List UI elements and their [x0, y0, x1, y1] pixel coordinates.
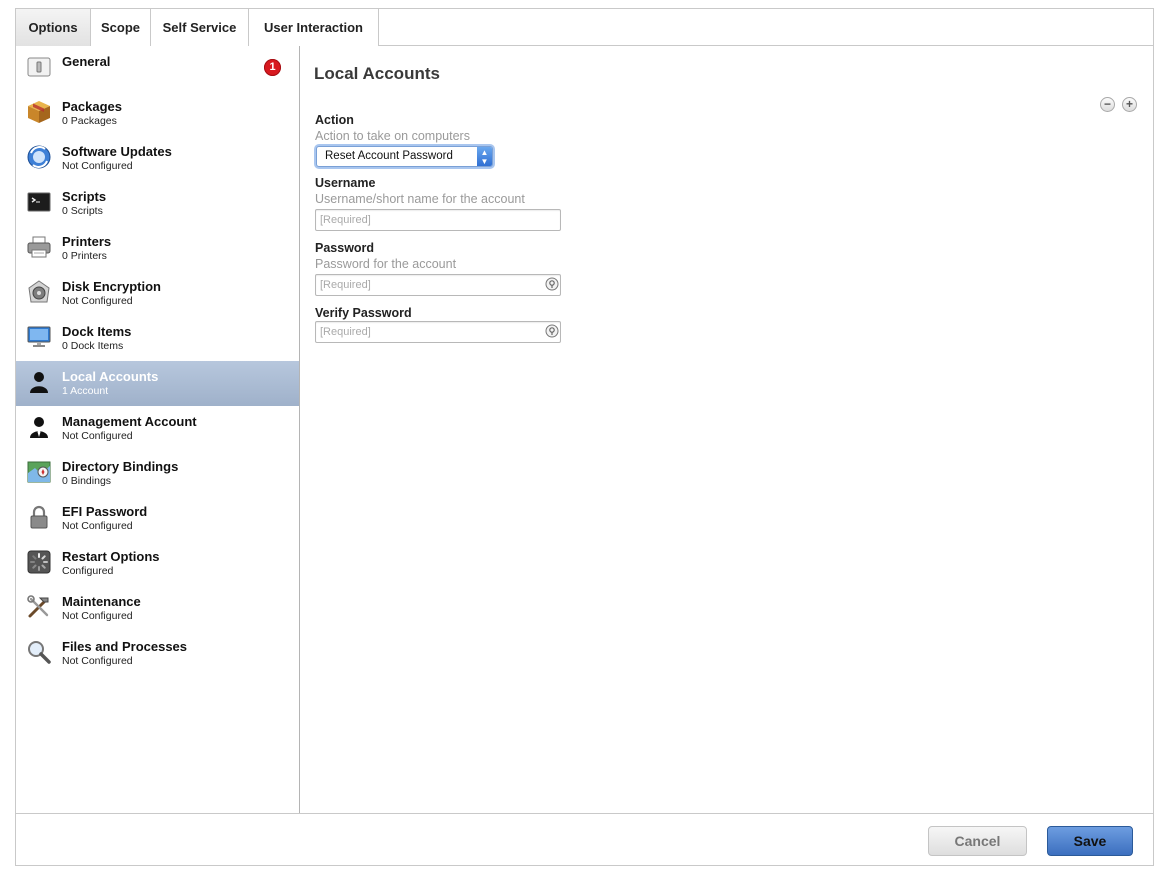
sidebar-item-title: EFI Password — [62, 504, 148, 519]
password-field-wrap — [301, 274, 563, 296]
tab-scope[interactable]: Scope — [91, 9, 151, 46]
action-select[interactable]: Reset Account Password ▲ ▼ — [316, 146, 493, 167]
sidebar-item-management-account[interactable]: Management Account Not Configured — [16, 406, 299, 451]
page-title: Local Accounts — [314, 64, 440, 83]
restart-icon — [26, 549, 52, 575]
tab-options[interactable]: Options — [16, 9, 91, 46]
directory-icon — [26, 459, 52, 485]
sidebar-item-title: Printers — [62, 234, 112, 249]
action-help: Action to take on computers — [315, 129, 470, 143]
general-icon — [26, 54, 52, 80]
sidebar-item-title: Directory Bindings — [62, 459, 179, 474]
monitor-icon — [26, 324, 52, 350]
sidebar-item-subtitle: 1 Account — [62, 385, 109, 397]
sidebar-item-subtitle: Not Configured — [62, 520, 133, 532]
remove-button[interactable]: − — [1100, 97, 1115, 112]
sidebar-item-files-and-processes[interactable]: Files and Processes Not Configured — [16, 631, 299, 676]
select-arrows-icon: ▲ ▼ — [477, 147, 492, 166]
lock-icon — [26, 504, 52, 530]
sidebar-item-subtitle: Not Configured — [62, 655, 133, 667]
sidebar-item-maintenance[interactable]: Maintenance Not Configured — [16, 586, 299, 631]
main-panel: Local Accounts − + Action Action to take… — [301, 46, 1153, 813]
sidebar-item-disk-encryption[interactable]: Disk Encryption Not Configured — [16, 271, 299, 316]
verify-password-keychain-icon[interactable] — [545, 324, 559, 338]
sidebar-item-subtitle: 0 Printers — [62, 250, 107, 262]
sidebar-item-subtitle: 0 Packages — [62, 115, 117, 127]
error-badge: 1 — [264, 59, 281, 76]
sidebar: General 1 Packages 0 Packages Software U… — [16, 46, 300, 813]
sidebar-item-title: Management Account — [62, 414, 197, 429]
package-icon — [26, 99, 52, 125]
sidebar-item-local-accounts[interactable]: Local Accounts 1 Account — [16, 361, 299, 406]
verify-password-label: Verify Password — [315, 306, 412, 320]
sidebar-item-title: Scripts — [62, 189, 107, 204]
password-input[interactable] — [315, 274, 561, 296]
sidebar-item-title: Local Accounts — [62, 369, 159, 384]
sidebar-item-software-updates[interactable]: Software Updates Not Configured — [16, 136, 299, 181]
sidebar-item-subtitle: Not Configured — [62, 295, 133, 307]
verify-password-input[interactable] — [315, 321, 561, 343]
sidebar-item-subtitle: 0 Bindings — [62, 475, 112, 487]
verify-password-field-wrap — [301, 321, 563, 343]
sidebar-item-directory-bindings[interactable]: Directory Bindings 0 Bindings — [16, 451, 299, 496]
sidebar-item-restart-options[interactable]: Restart Options Configured — [16, 541, 299, 586]
sidebar-item-printers[interactable]: Printers 0 Printers — [16, 226, 299, 271]
add-button[interactable]: + — [1122, 97, 1137, 112]
password-help: Password for the account — [315, 257, 457, 271]
tools-icon — [26, 594, 52, 620]
action-label: Action — [315, 113, 354, 127]
tab-bar: Options Scope Self Service User Interact… — [16, 9, 1153, 46]
tab-self-service[interactable]: Self Service — [151, 9, 249, 46]
sidebar-item-title: Maintenance — [62, 594, 141, 609]
username-help: Username/short name for the account — [315, 192, 525, 206]
sidebar-item-dock-items[interactable]: Dock Items 0 Dock Items — [16, 316, 299, 361]
sidebar-item-title: Restart Options — [62, 549, 160, 564]
sidebar-item-subtitle: 0 Scripts — [62, 205, 103, 217]
sidebar-item-efi-password[interactable]: EFI Password Not Configured — [16, 496, 299, 541]
action-select-value: Reset Account Password — [325, 150, 453, 162]
disk-encryption-icon — [26, 279, 52, 305]
tab-user-interaction[interactable]: User Interaction — [249, 9, 379, 46]
sidebar-item-subtitle: 0 Dock Items — [62, 340, 124, 352]
manager-user-icon — [26, 414, 52, 440]
username-input[interactable] — [315, 209, 561, 231]
sidebar-item-general[interactable]: General 1 — [16, 46, 299, 91]
terminal-icon — [26, 189, 52, 215]
sidebar-item-subtitle: Not Configured — [62, 610, 133, 622]
password-label: Password — [315, 241, 375, 255]
sidebar-item-title: General — [62, 54, 111, 69]
sidebar-item-title: Software Updates — [62, 144, 172, 159]
sidebar-item-title: Packages — [62, 99, 122, 114]
cancel-button[interactable]: Cancel — [928, 826, 1027, 856]
sidebar-item-title: Files and Processes — [62, 639, 188, 654]
policy-editor: Options Scope Self Service User Interact… — [15, 8, 1154, 866]
sidebar-item-title: Dock Items — [62, 324, 132, 339]
footer: Cancel Save — [16, 813, 1153, 865]
save-button[interactable]: Save — [1047, 826, 1133, 856]
sidebar-item-subtitle: Not Configured — [62, 160, 133, 172]
sidebar-item-scripts[interactable]: Scripts 0 Scripts — [16, 181, 299, 226]
magnifier-icon — [26, 639, 52, 665]
sidebar-item-packages[interactable]: Packages 0 Packages — [16, 91, 299, 136]
user-icon — [26, 369, 52, 395]
software-update-icon — [26, 144, 52, 170]
sidebar-item-subtitle: Configured — [62, 565, 114, 577]
username-label: Username — [315, 176, 376, 190]
sidebar-item-title: Disk Encryption — [62, 279, 161, 294]
password-keychain-icon[interactable] — [545, 277, 559, 291]
sidebar-item-subtitle: Not Configured — [62, 430, 133, 442]
printer-icon — [26, 234, 52, 260]
